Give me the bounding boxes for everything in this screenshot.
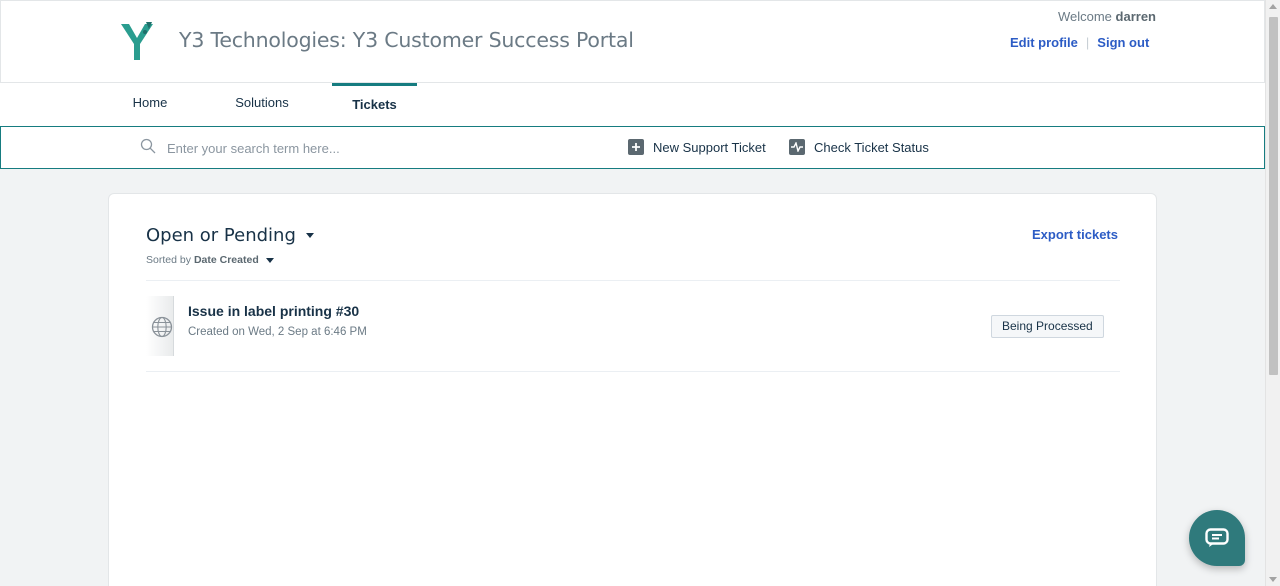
check-ticket-status-label: Check Ticket Status <box>814 139 929 155</box>
scroll-up-arrow-icon[interactable] <box>1269 4 1277 9</box>
link-separator: | <box>1085 35 1090 50</box>
tab-tickets[interactable]: Tickets <box>332 83 417 126</box>
search-bar: New Support Ticket Check Ticket Status <box>0 126 1265 169</box>
export-tickets-link[interactable]: Export tickets <box>1032 227 1118 242</box>
caret-down-icon <box>265 257 274 263</box>
chat-icon <box>1205 528 1229 547</box>
tab-solutions[interactable]: Solutions <box>222 83 302 126</box>
sort-field: Date Created <box>193 254 259 266</box>
pulse-icon <box>789 139 805 155</box>
page-scrollbar[interactable] <box>1265 0 1280 586</box>
ticket-subject-link[interactable]: Issue in label printing #30 <box>188 303 359 319</box>
ticket-filter-dropdown[interactable]: Open or Pending <box>146 225 314 246</box>
search-input[interactable] <box>167 136 567 160</box>
portal-header: Y3 Technologies: Y3 Customer Success Por… <box>0 0 1265 83</box>
ticket-created-date: Created on Wed, 2 Sep at 6:46 PM <box>188 326 367 338</box>
scroll-thumb[interactable] <box>1269 17 1278 375</box>
user-links: Edit profile | Sign out <box>1010 35 1149 50</box>
check-ticket-status-button[interactable]: Check Ticket Status <box>789 136 929 158</box>
globe-icon <box>151 316 173 338</box>
portal-title: Y3 Technologies: Y3 Customer Success Por… <box>179 28 634 52</box>
caret-down-icon <box>305 233 314 238</box>
search-icon <box>140 138 156 154</box>
edit-profile-link[interactable]: Edit profile <box>1010 35 1078 50</box>
status-badge: Being Processed <box>991 315 1104 338</box>
sign-out-link[interactable]: Sign out <box>1097 35 1149 50</box>
main-nav: Home Solutions Tickets <box>0 83 1265 126</box>
welcome-text: Welcome darren <box>1058 9 1156 24</box>
ticket-row[interactable]: Issue in label printing #30 Created on W… <box>146 294 1120 358</box>
plus-square-icon <box>628 139 644 155</box>
sort-dropdown[interactable]: Sorted by Date Created <box>146 254 274 266</box>
chat-widget-button[interactable] <box>1189 510 1245 566</box>
ticket-icon-box <box>146 296 174 356</box>
y3-logo[interactable] <box>119 20 155 62</box>
divider <box>146 280 1120 281</box>
username: darren <box>1115 9 1156 24</box>
divider <box>146 371 1120 372</box>
scroll-down-arrow-icon[interactable] <box>1269 577 1277 582</box>
new-support-ticket-button[interactable]: New Support Ticket <box>628 136 766 158</box>
sorted-by-label: Sorted by <box>146 254 191 266</box>
new-support-ticket-label: New Support Ticket <box>653 139 766 155</box>
filter-label: Open or Pending <box>146 225 296 246</box>
welcome-label: Welcome <box>1057 9 1112 24</box>
tab-home[interactable]: Home <box>118 83 182 126</box>
tickets-card: Open or Pending Sorted by Date Created E… <box>108 193 1157 586</box>
